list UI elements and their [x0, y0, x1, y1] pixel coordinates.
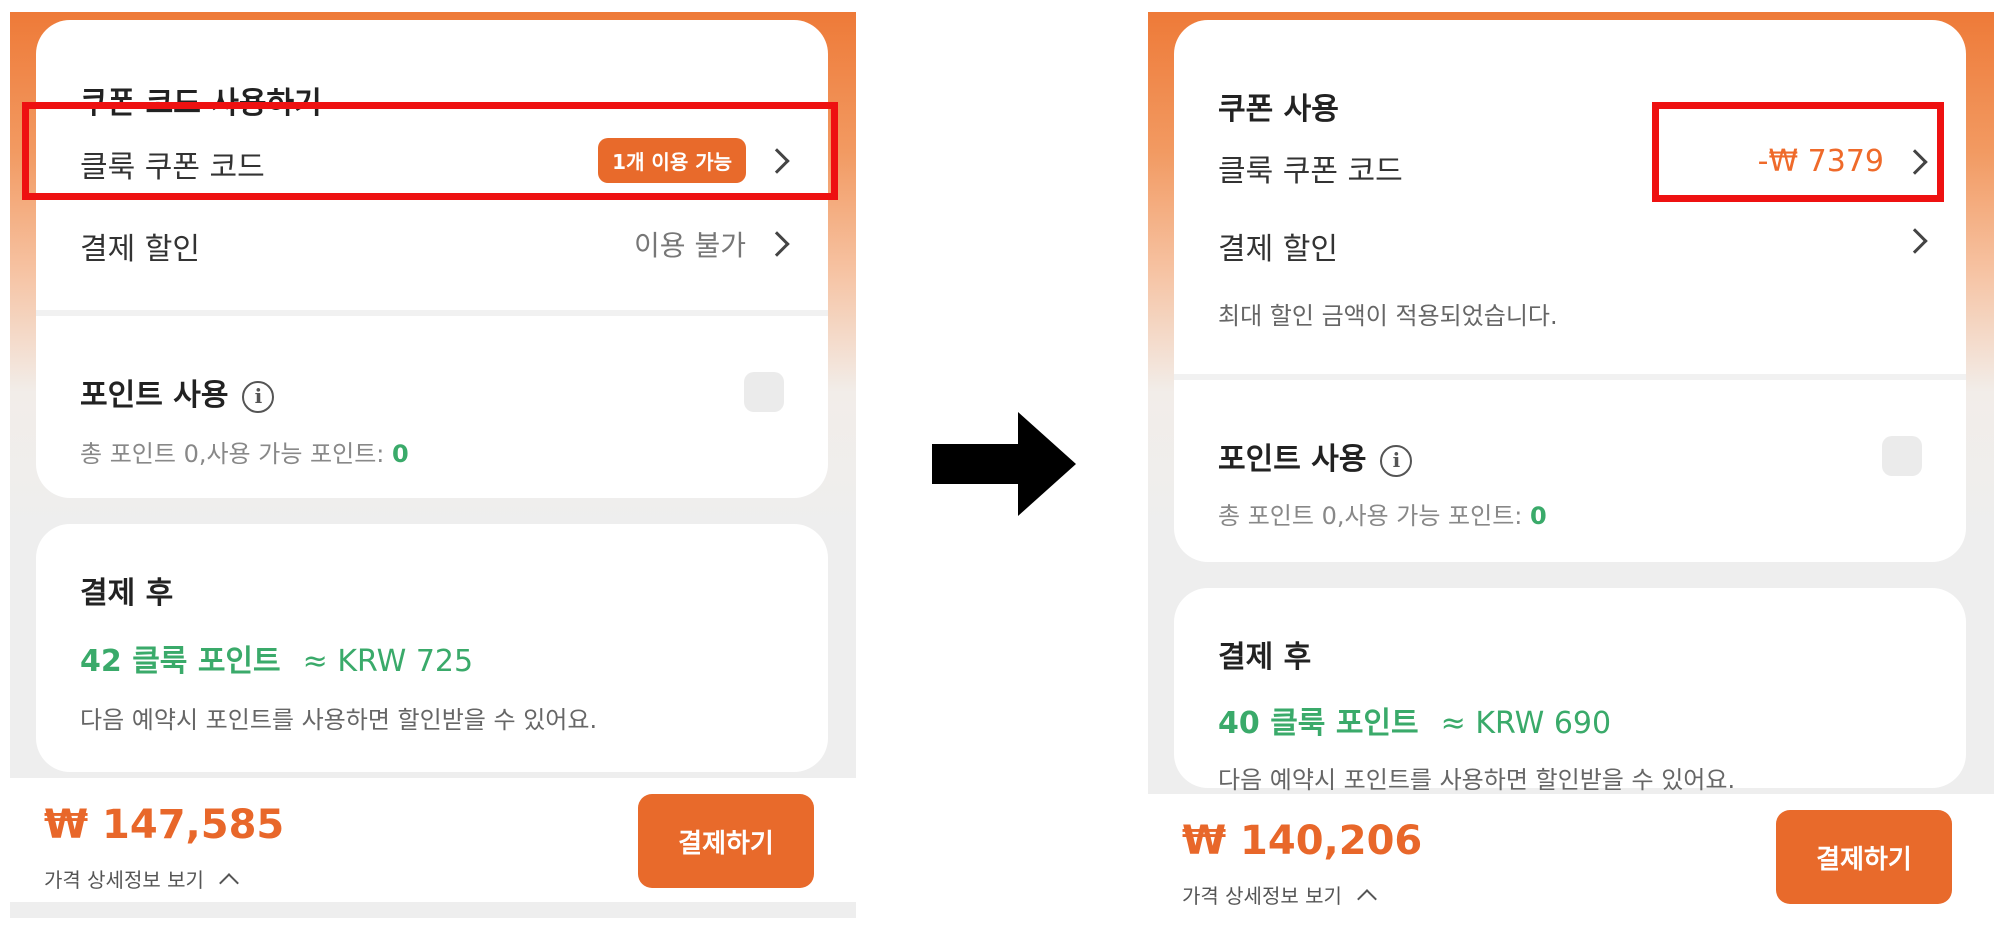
total-price: ₩ 147,585 [44, 802, 285, 848]
points-available-value: 0 [1530, 502, 1547, 530]
max-discount-note: 최대 할인 금액이 적용되었습니다. [1218, 302, 1558, 330]
payment-discount-status: 이용 불가 [634, 229, 746, 262]
points-title-text: 포인트 사용 [1218, 442, 1367, 477]
chevron-right-icon [1902, 228, 1928, 254]
points-total-label: 총 포인트 0,사용 가능 포인트: [1218, 502, 1531, 530]
points-available-text: 총 포인트 0,사용 가능 포인트: 0 [1218, 496, 1547, 531]
total-price: ₩ 140,206 [1182, 818, 1423, 864]
after-payment-card: 결제 후 40 클룩 포인트 ≈ KRW 690 다음 예약시 포인트를 사용하면… [1174, 588, 1966, 794]
checkout-footer: ₩ 147,585 가격 상세정보 보기 결제하기 [10, 778, 856, 902]
payment-discount-action[interactable]: 이용 불가 [634, 224, 794, 264]
coupon-section-title: 쿠폰 사용 [1218, 92, 1339, 127]
earned-points-amount: 40 클룩 포인트 [1218, 706, 1419, 741]
info-icon[interactable]: i [1380, 444, 1413, 477]
highlight-box-coupon-discount [1652, 102, 1944, 202]
use-points-checkbox[interactable] [744, 372, 784, 412]
price-details-link[interactable]: 가격 상세정보 보기 [1182, 880, 1377, 909]
points-section-title: 포인트 사용 i [1218, 434, 1413, 478]
earned-points-amount: 42 클룩 포인트 [80, 644, 281, 679]
highlight-box-coupon-row [22, 102, 838, 200]
section-divider [1174, 374, 1966, 380]
payment-discount-row[interactable]: 결제 할인 [1218, 224, 1338, 268]
after-payment-title: 결제 후 [1218, 640, 1312, 675]
earned-points: 40 클룩 포인트 ≈ KRW 690 [1218, 698, 1611, 742]
points-note: 다음 예약시 포인트를 사용하면 할인받을 수 있어요. [1218, 766, 1736, 794]
payment-discount-action[interactable] [1902, 228, 1932, 254]
points-available-text: 총 포인트 0,사용 가능 포인트: 0 [80, 434, 409, 469]
earned-points: 42 클룩 포인트 ≈ KRW 725 [80, 636, 473, 680]
after-payment-title: 결제 후 [80, 576, 174, 611]
use-points-checkbox[interactable] [1882, 436, 1922, 476]
payment-discount-row[interactable]: 결제 할인 [80, 224, 200, 268]
after-payment-card: 결제 후 42 클룩 포인트 ≈ KRW 725 다음 예약시 포인트를 사용하면… [36, 524, 828, 772]
points-available-value: 0 [392, 440, 409, 468]
checkout-footer: ₩ 140,206 가격 상세정보 보기 결제하기 [1148, 794, 1994, 918]
klook-coupon-code-row[interactable]: 클룩 쿠폰 코드 [1218, 146, 1403, 190]
section-divider [36, 310, 828, 316]
pay-button[interactable]: 결제하기 [638, 794, 814, 888]
earned-points-krw: ≈ KRW 725 [302, 644, 474, 679]
points-title-text: 포인트 사용 [80, 378, 229, 413]
chevron-up-icon [1357, 888, 1377, 909]
right-arrow-icon [932, 412, 1076, 516]
points-total-label: 총 포인트 0,사용 가능 포인트: [80, 440, 393, 468]
points-note: 다음 예약시 포인트를 사용하면 할인받을 수 있어요. [80, 706, 598, 734]
info-icon[interactable]: i [242, 380, 275, 413]
pay-button[interactable]: 결제하기 [1776, 810, 1952, 904]
chevron-up-icon [219, 872, 239, 893]
discount-card: 쿠폰 코드 사용하기 클룩 쿠폰 코드 1개 이용 가능 결제 할인 이용 불가… [36, 20, 828, 498]
earned-points-krw: ≈ KRW 690 [1440, 706, 1612, 741]
chevron-right-icon [764, 231, 790, 257]
price-details-link[interactable]: 가격 상세정보 보기 [44, 864, 239, 893]
price-details-label: 가격 상세정보 보기 [44, 868, 204, 892]
points-section-title: 포인트 사용 i [80, 370, 275, 414]
price-details-label: 가격 상세정보 보기 [1182, 884, 1342, 908]
